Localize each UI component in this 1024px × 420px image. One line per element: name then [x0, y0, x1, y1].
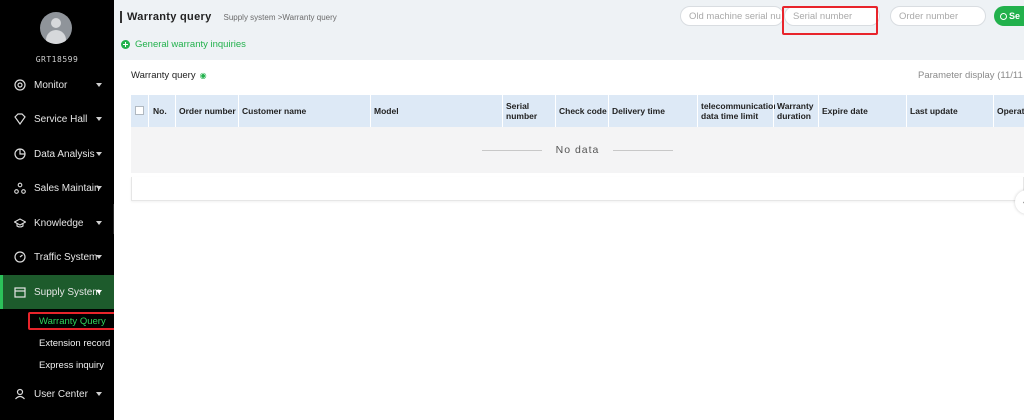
diamond-icon [14, 113, 26, 125]
sidebar: GRT18599 Monitor Service Hall Data Analy… [0, 0, 118, 420]
graduation-cap-icon [14, 217, 26, 229]
sidebar-item-data-analysis[interactable]: Data Analysis [0, 137, 114, 171]
sidebar-item-label: Sales Maintain [34, 182, 100, 194]
eye-icon[interactable]: ◉ [200, 71, 207, 80]
sidebar-item-sales-maintain[interactable]: Sales Maintain [0, 171, 114, 205]
general-warranty-label: General warranty inquiries [135, 39, 246, 50]
general-warranty-link[interactable]: General warranty inquiries [121, 39, 246, 50]
panel-title: Warranty query [131, 70, 196, 81]
sidebar-item-user-center[interactable]: User Center [0, 377, 114, 411]
sidebar-item-traffic-system[interactable]: Traffic System [0, 240, 114, 274]
column-header[interactable]: telecommunication data time limit [701, 95, 775, 127]
column-header[interactable]: Warranty duration [777, 95, 821, 127]
caret-down-icon [96, 83, 102, 87]
store-icon [14, 286, 26, 298]
order-number-field[interactable] [890, 6, 986, 26]
column-header[interactable]: No. [153, 95, 177, 127]
sidebar-subitem-express-inquiry[interactable]: Express inquiry [0, 355, 114, 375]
sidebar-item-service-hall[interactable]: Service Hall [0, 102, 114, 136]
sidebar-item-label: User Center [34, 388, 88, 400]
plus-circle-icon [121, 40, 130, 49]
parameter-display-link[interactable]: Parameter display (11/11 [918, 70, 1023, 81]
network-icon [14, 182, 26, 194]
gauge-icon [14, 251, 26, 263]
column-header[interactable]: Last update [910, 95, 994, 127]
old-serial-field[interactable] [680, 6, 784, 26]
column-header[interactable]: Customer name [242, 95, 370, 127]
pie-chart-icon [14, 148, 26, 160]
main-content: Warranty query Supply system >Warranty q… [114, 0, 1024, 420]
column-header[interactable]: Order number [179, 95, 239, 127]
serial-number-field[interactable] [784, 6, 880, 26]
caret-down-icon [96, 152, 102, 156]
sidebar-item-label: Traffic System [34, 251, 98, 263]
page-title: Warranty query [127, 11, 212, 23]
serial-number-input[interactable] [793, 10, 879, 22]
user-icon [14, 388, 26, 400]
sidebar-item-label: Supply System [34, 286, 101, 298]
search-button[interactable]: Se [994, 6, 1024, 26]
empty-state-text: No data [555, 144, 600, 156]
panel-header: Warranty query ◉ [131, 70, 207, 81]
column-header[interactable]: Model [374, 95, 502, 127]
top-bar: Warranty query Supply system >Warranty q… [114, 0, 1024, 60]
sidebar-item-label: Monitor [34, 79, 68, 91]
select-all-checkbox[interactable] [135, 106, 144, 115]
order-number-input[interactable] [899, 10, 985, 22]
avatar[interactable] [40, 12, 72, 44]
breadcrumb: Supply system >Warranty query [223, 12, 337, 22]
sidebar-item-label: Knowledge [34, 217, 84, 229]
sidebar-item-label: Data Analysis [34, 148, 95, 160]
sidebar-item-supply-system[interactable]: Supply System [0, 275, 114, 309]
sidebar-subitem-extension-record[interactable]: Extension record [0, 333, 114, 353]
old-serial-input[interactable] [689, 10, 783, 22]
column-header[interactable]: Check code [559, 95, 609, 127]
column-header[interactable]: Delivery time [612, 95, 698, 127]
table-footer [131, 177, 1024, 201]
sidebar-subitem-warranty-query[interactable]: Warranty Query [0, 311, 114, 331]
search-icon [1000, 12, 1007, 20]
caret-down-icon [96, 392, 102, 396]
caret-down-icon [96, 255, 102, 259]
table-header: No. Order number Customer name Model Ser… [131, 95, 1024, 127]
empty-state-row: No data [131, 127, 1024, 173]
title-bar: Warranty query Supply system >Warranty q… [120, 10, 337, 24]
caret-down-icon [96, 221, 102, 225]
sidebar-item-label: Service Hall [34, 113, 88, 125]
app-window: GRT18599 Monitor Service Hall Data Analy… [0, 0, 1024, 420]
caret-down-icon [96, 290, 102, 294]
sidebar-item-monitor[interactable]: Monitor [0, 68, 114, 102]
username: GRT18599 [35, 55, 79, 64]
column-header[interactable]: Expire date [822, 95, 906, 127]
caret-down-icon [96, 117, 102, 121]
column-header[interactable]: Serial number [506, 95, 554, 127]
sidebar-item-knowledge[interactable]: Knowledge [0, 206, 114, 240]
monitor-icon [14, 79, 26, 91]
column-header[interactable]: Operat [997, 95, 1024, 127]
search-button-label: Se [1009, 11, 1021, 21]
caret-down-icon [96, 186, 102, 190]
